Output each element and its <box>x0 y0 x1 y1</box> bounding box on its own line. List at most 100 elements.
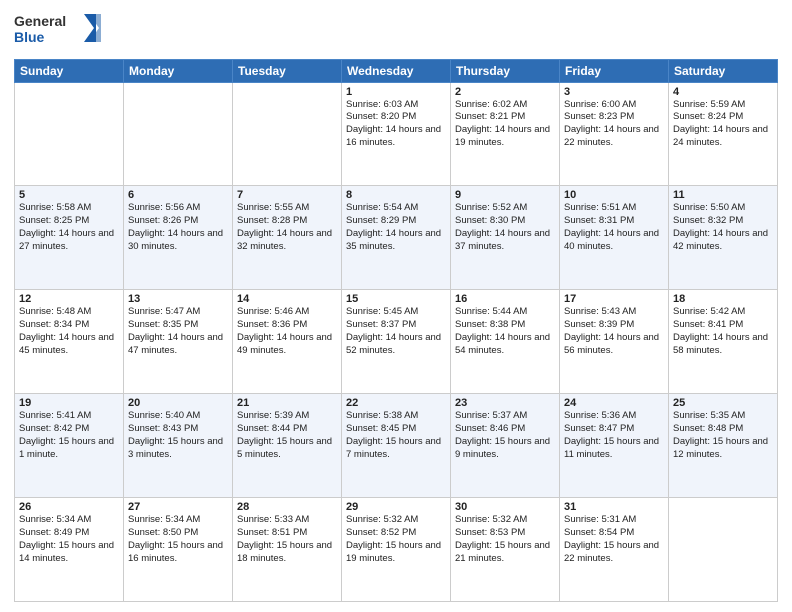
day-number: 16 <box>455 293 555 305</box>
day-info: Sunrise: 5:32 AM Sunset: 8:52 PM Dayligh… <box>346 514 446 565</box>
day-number: 5 <box>19 189 119 201</box>
calendar-table: SundayMondayTuesdayWednesdayThursdayFrid… <box>14 59 778 603</box>
day-info: Sunrise: 6:02 AM Sunset: 8:21 PM Dayligh… <box>455 99 555 150</box>
day-info: Sunrise: 5:52 AM Sunset: 8:30 PM Dayligh… <box>455 202 555 253</box>
day-number: 21 <box>237 397 337 409</box>
col-header-thursday: Thursday <box>451 59 560 82</box>
day-cell: 4Sunrise: 5:59 AM Sunset: 8:24 PM Daylig… <box>669 82 778 186</box>
week-row-3: 12Sunrise: 5:48 AM Sunset: 8:34 PM Dayli… <box>15 290 778 394</box>
col-header-wednesday: Wednesday <box>342 59 451 82</box>
logo: General Blue <box>14 10 104 53</box>
header: General Blue <box>14 10 778 53</box>
page: General Blue SundayMondayTuesdayWednesda… <box>0 0 792 612</box>
day-cell: 6Sunrise: 5:56 AM Sunset: 8:26 PM Daylig… <box>124 186 233 290</box>
day-cell <box>15 82 124 186</box>
day-info: Sunrise: 5:39 AM Sunset: 8:44 PM Dayligh… <box>237 410 337 461</box>
day-cell: 18Sunrise: 5:42 AM Sunset: 8:41 PM Dayli… <box>669 290 778 394</box>
day-number: 30 <box>455 501 555 513</box>
day-cell: 21Sunrise: 5:39 AM Sunset: 8:44 PM Dayli… <box>233 394 342 498</box>
week-row-5: 26Sunrise: 5:34 AM Sunset: 8:49 PM Dayli… <box>15 498 778 602</box>
day-info: Sunrise: 5:56 AM Sunset: 8:26 PM Dayligh… <box>128 202 228 253</box>
day-cell: 20Sunrise: 5:40 AM Sunset: 8:43 PM Dayli… <box>124 394 233 498</box>
svg-text:Blue: Blue <box>14 29 45 45</box>
day-number: 24 <box>564 397 664 409</box>
day-number: 4 <box>673 86 773 98</box>
day-cell: 3Sunrise: 6:00 AM Sunset: 8:23 PM Daylig… <box>560 82 669 186</box>
day-info: Sunrise: 5:34 AM Sunset: 8:49 PM Dayligh… <box>19 514 119 565</box>
day-info: Sunrise: 5:51 AM Sunset: 8:31 PM Dayligh… <box>564 202 664 253</box>
day-info: Sunrise: 6:03 AM Sunset: 8:20 PM Dayligh… <box>346 99 446 150</box>
day-number: 22 <box>346 397 446 409</box>
day-number: 26 <box>19 501 119 513</box>
day-info: Sunrise: 5:50 AM Sunset: 8:32 PM Dayligh… <box>673 202 773 253</box>
day-cell: 14Sunrise: 5:46 AM Sunset: 8:36 PM Dayli… <box>233 290 342 394</box>
day-number: 25 <box>673 397 773 409</box>
day-number: 11 <box>673 189 773 201</box>
day-number: 20 <box>128 397 228 409</box>
day-number: 7 <box>237 189 337 201</box>
day-cell: 23Sunrise: 5:37 AM Sunset: 8:46 PM Dayli… <box>451 394 560 498</box>
day-info: Sunrise: 5:37 AM Sunset: 8:46 PM Dayligh… <box>455 410 555 461</box>
day-number: 1 <box>346 86 446 98</box>
day-number: 27 <box>128 501 228 513</box>
day-cell: 1Sunrise: 6:03 AM Sunset: 8:20 PM Daylig… <box>342 82 451 186</box>
day-number: 10 <box>564 189 664 201</box>
day-cell: 10Sunrise: 5:51 AM Sunset: 8:31 PM Dayli… <box>560 186 669 290</box>
day-info: Sunrise: 5:31 AM Sunset: 8:54 PM Dayligh… <box>564 514 664 565</box>
day-cell: 8Sunrise: 5:54 AM Sunset: 8:29 PM Daylig… <box>342 186 451 290</box>
day-number: 28 <box>237 501 337 513</box>
day-cell: 30Sunrise: 5:32 AM Sunset: 8:53 PM Dayli… <box>451 498 560 602</box>
svg-text:General: General <box>14 13 66 29</box>
day-info: Sunrise: 5:54 AM Sunset: 8:29 PM Dayligh… <box>346 202 446 253</box>
day-number: 8 <box>346 189 446 201</box>
day-number: 14 <box>237 293 337 305</box>
day-number: 19 <box>19 397 119 409</box>
logo-text: General Blue <box>14 10 104 53</box>
day-cell: 28Sunrise: 5:33 AM Sunset: 8:51 PM Dayli… <box>233 498 342 602</box>
day-number: 23 <box>455 397 555 409</box>
day-number: 29 <box>346 501 446 513</box>
day-info: Sunrise: 5:45 AM Sunset: 8:37 PM Dayligh… <box>346 306 446 357</box>
day-info: Sunrise: 5:41 AM Sunset: 8:42 PM Dayligh… <box>19 410 119 461</box>
col-header-saturday: Saturday <box>669 59 778 82</box>
day-info: Sunrise: 5:44 AM Sunset: 8:38 PM Dayligh… <box>455 306 555 357</box>
general-blue-logo-icon: General Blue <box>14 10 104 48</box>
col-header-sunday: Sunday <box>15 59 124 82</box>
day-cell: 11Sunrise: 5:50 AM Sunset: 8:32 PM Dayli… <box>669 186 778 290</box>
day-cell: 12Sunrise: 5:48 AM Sunset: 8:34 PM Dayli… <box>15 290 124 394</box>
day-cell <box>124 82 233 186</box>
day-info: Sunrise: 5:40 AM Sunset: 8:43 PM Dayligh… <box>128 410 228 461</box>
week-row-2: 5Sunrise: 5:58 AM Sunset: 8:25 PM Daylig… <box>15 186 778 290</box>
day-cell: 7Sunrise: 5:55 AM Sunset: 8:28 PM Daylig… <box>233 186 342 290</box>
day-info: Sunrise: 5:58 AM Sunset: 8:25 PM Dayligh… <box>19 202 119 253</box>
day-cell <box>669 498 778 602</box>
day-cell: 15Sunrise: 5:45 AM Sunset: 8:37 PM Dayli… <box>342 290 451 394</box>
day-cell: 25Sunrise: 5:35 AM Sunset: 8:48 PM Dayli… <box>669 394 778 498</box>
day-info: Sunrise: 5:36 AM Sunset: 8:47 PM Dayligh… <box>564 410 664 461</box>
day-info: Sunrise: 5:32 AM Sunset: 8:53 PM Dayligh… <box>455 514 555 565</box>
day-info: Sunrise: 6:00 AM Sunset: 8:23 PM Dayligh… <box>564 99 664 150</box>
day-number: 2 <box>455 86 555 98</box>
day-number: 31 <box>564 501 664 513</box>
day-cell: 17Sunrise: 5:43 AM Sunset: 8:39 PM Dayli… <box>560 290 669 394</box>
day-info: Sunrise: 5:47 AM Sunset: 8:35 PM Dayligh… <box>128 306 228 357</box>
week-row-1: 1Sunrise: 6:03 AM Sunset: 8:20 PM Daylig… <box>15 82 778 186</box>
day-number: 15 <box>346 293 446 305</box>
day-number: 17 <box>564 293 664 305</box>
day-cell: 9Sunrise: 5:52 AM Sunset: 8:30 PM Daylig… <box>451 186 560 290</box>
day-info: Sunrise: 5:33 AM Sunset: 8:51 PM Dayligh… <box>237 514 337 565</box>
header-row: SundayMondayTuesdayWednesdayThursdayFrid… <box>15 59 778 82</box>
day-info: Sunrise: 5:48 AM Sunset: 8:34 PM Dayligh… <box>19 306 119 357</box>
col-header-monday: Monday <box>124 59 233 82</box>
day-cell: 22Sunrise: 5:38 AM Sunset: 8:45 PM Dayli… <box>342 394 451 498</box>
week-row-4: 19Sunrise: 5:41 AM Sunset: 8:42 PM Dayli… <box>15 394 778 498</box>
day-cell: 24Sunrise: 5:36 AM Sunset: 8:47 PM Dayli… <box>560 394 669 498</box>
day-cell: 13Sunrise: 5:47 AM Sunset: 8:35 PM Dayli… <box>124 290 233 394</box>
day-cell: 5Sunrise: 5:58 AM Sunset: 8:25 PM Daylig… <box>15 186 124 290</box>
day-info: Sunrise: 5:34 AM Sunset: 8:50 PM Dayligh… <box>128 514 228 565</box>
day-number: 18 <box>673 293 773 305</box>
day-info: Sunrise: 5:43 AM Sunset: 8:39 PM Dayligh… <box>564 306 664 357</box>
col-header-friday: Friday <box>560 59 669 82</box>
day-info: Sunrise: 5:59 AM Sunset: 8:24 PM Dayligh… <box>673 99 773 150</box>
day-cell: 27Sunrise: 5:34 AM Sunset: 8:50 PM Dayli… <box>124 498 233 602</box>
